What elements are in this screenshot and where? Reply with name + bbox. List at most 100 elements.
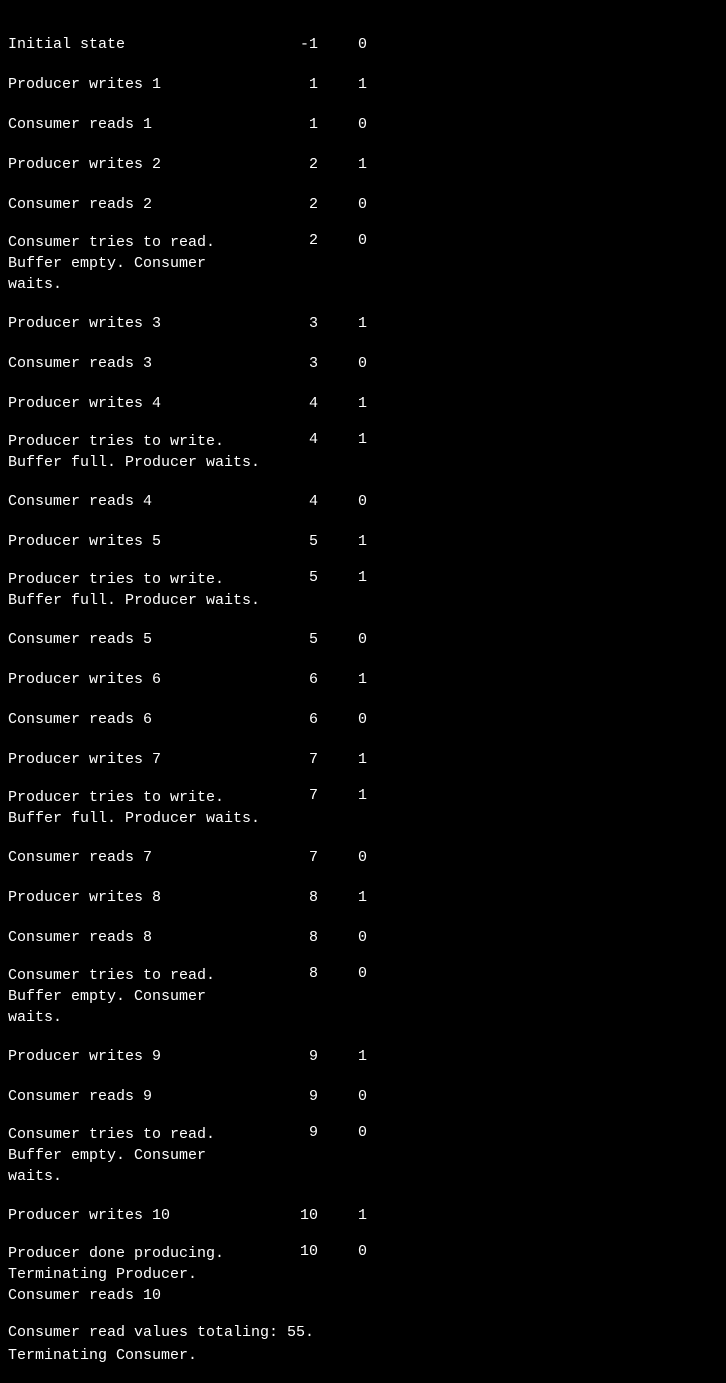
table-row: Producer writes 10101 [8, 1195, 718, 1235]
count-cell: 0 [348, 1124, 468, 1141]
count-cell: 1 [348, 76, 468, 93]
operation-cell: Consumer reads 1 [8, 114, 268, 135]
buffer-cell: 8 [268, 965, 348, 982]
buffer-cell: 7 [268, 751, 348, 768]
count-cell: 1 [348, 156, 468, 173]
buffer-cell: 7 [268, 849, 348, 866]
count-cell: 0 [348, 196, 468, 213]
count-cell: 0 [348, 929, 468, 946]
table-body: Initial state-10Producer writes 111Consu… [8, 24, 718, 1314]
table-row: Producer writes 111 [8, 64, 718, 104]
operation-cell: Initial state [8, 34, 268, 55]
operation-cell: Producer writes 3 [8, 313, 268, 334]
table-row: Producer done producing.Terminating Prod… [8, 1235, 718, 1314]
footer-text: Consumer read values totaling: 55.Termin… [8, 1314, 718, 1373]
count-cell: 0 [348, 1243, 468, 1260]
table-row: Consumer reads 110 [8, 104, 718, 144]
operation-cell: Producer tries to write.Buffer full. Pro… [8, 431, 268, 473]
operation-cell: Producer tries to write.Buffer full. Pro… [8, 787, 268, 829]
operation-cell: Producer tries to write.Buffer full. Pro… [8, 569, 268, 611]
operation-cell: Consumer reads 9 [8, 1086, 268, 1107]
operation-cell: Consumer reads 3 [8, 353, 268, 374]
operation-cell: Producer writes 1 [8, 74, 268, 95]
operation-cell: Consumer reads 6 [8, 709, 268, 730]
table-row: Consumer reads 550 [8, 619, 718, 659]
operation-cell: Consumer reads 7 [8, 847, 268, 868]
operation-cell: Consumer reads 5 [8, 629, 268, 650]
count-cell: 0 [348, 232, 468, 249]
operation-cell: Producer done producing.Terminating Prod… [8, 1243, 268, 1306]
count-cell: 0 [348, 631, 468, 648]
buffer-cell: 2 [268, 156, 348, 173]
buffer-cell: 8 [268, 929, 348, 946]
table-row: Producer writes 331 [8, 303, 718, 343]
buffer-cell: 4 [268, 395, 348, 412]
operation-cell: Producer writes 6 [8, 669, 268, 690]
count-cell: 1 [348, 533, 468, 550]
main-table: Initial state-10Producer writes 111Consu… [8, 10, 718, 1373]
table-row: Consumer tries to read.Buffer empty. Con… [8, 1116, 718, 1195]
table-row: Producer writes 441 [8, 383, 718, 423]
table-row: Producer writes 771 [8, 739, 718, 779]
operation-cell: Consumer reads 4 [8, 491, 268, 512]
table-row: Consumer reads 660 [8, 699, 718, 739]
operation-cell: Consumer tries to read.Buffer empty. Con… [8, 1124, 268, 1187]
count-cell: 0 [348, 36, 468, 53]
operation-cell: Consumer reads 8 [8, 927, 268, 948]
buffer-cell: 4 [268, 493, 348, 510]
buffer-cell: 1 [268, 116, 348, 133]
buffer-cell: 5 [268, 631, 348, 648]
buffer-cell: 3 [268, 355, 348, 372]
operation-cell: Consumer reads 2 [8, 194, 268, 215]
count-cell: 0 [348, 711, 468, 728]
buffer-cell: 10 [268, 1243, 348, 1260]
operation-cell: Producer writes 10 [8, 1205, 268, 1226]
count-cell: 0 [348, 849, 468, 866]
operation-cell: Producer writes 2 [8, 154, 268, 175]
table-row: Consumer reads 990 [8, 1076, 718, 1116]
count-cell: 1 [348, 1207, 468, 1224]
count-cell: 1 [348, 431, 468, 448]
table-row: Producer tries to write.Buffer full. Pro… [8, 561, 718, 619]
buffer-cell: 10 [268, 1207, 348, 1224]
buffer-cell: 6 [268, 711, 348, 728]
operation-cell: Producer writes 8 [8, 887, 268, 908]
count-cell: 1 [348, 787, 468, 804]
buffer-cell: 7 [268, 787, 348, 804]
table-row: Consumer reads 330 [8, 343, 718, 383]
buffer-cell: 2 [268, 196, 348, 213]
buffer-cell: 9 [268, 1048, 348, 1065]
buffer-cell: 1 [268, 76, 348, 93]
count-cell: 1 [348, 395, 468, 412]
buffer-cell: 4 [268, 431, 348, 448]
count-cell: 1 [348, 569, 468, 586]
table-row: Initial state-10 [8, 24, 718, 64]
count-cell: 0 [348, 116, 468, 133]
count-cell: 1 [348, 751, 468, 768]
buffer-cell: 9 [268, 1088, 348, 1105]
operation-cell: Producer writes 5 [8, 531, 268, 552]
count-cell: 0 [348, 355, 468, 372]
table-row: Producer writes 221 [8, 144, 718, 184]
buffer-cell: 5 [268, 569, 348, 586]
table-row: Producer writes 881 [8, 877, 718, 917]
operation-cell: Producer writes 4 [8, 393, 268, 414]
count-cell: 0 [348, 1088, 468, 1105]
count-cell: 1 [348, 671, 468, 688]
count-cell: 1 [348, 889, 468, 906]
table-row: Producer writes 661 [8, 659, 718, 699]
table-header [8, 10, 718, 24]
operation-cell: Producer writes 7 [8, 749, 268, 770]
operation-cell: Consumer tries to read.Buffer empty. Con… [8, 965, 268, 1028]
count-cell: 1 [348, 315, 468, 332]
table-row: Consumer reads 440 [8, 481, 718, 521]
count-cell: 0 [348, 493, 468, 510]
count-cell: 0 [348, 965, 468, 982]
table-row: Consumer tries to read.Buffer empty. Con… [8, 957, 718, 1036]
table-row: Consumer reads 880 [8, 917, 718, 957]
table-row: Producer tries to write.Buffer full. Pro… [8, 779, 718, 837]
buffer-cell: 5 [268, 533, 348, 550]
buffer-cell: 2 [268, 232, 348, 249]
buffer-cell: -1 [268, 36, 348, 53]
table-row: Producer writes 551 [8, 521, 718, 561]
